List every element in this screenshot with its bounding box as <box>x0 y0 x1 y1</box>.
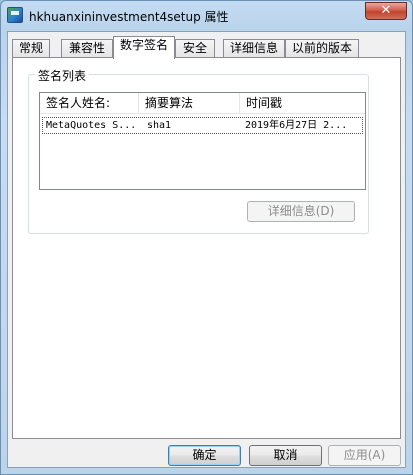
tab-security[interactable]: 安全 <box>175 39 215 58</box>
signer-name-cell: MetaQuotes S... <box>46 120 137 131</box>
tab-compatibility[interactable]: 兼容性 <box>61 39 113 58</box>
column-digest-algorithm[interactable]: 摘要算法 <box>139 93 240 113</box>
close-button[interactable]: ✕ <box>365 2 407 20</box>
signature-list-header: 签名人姓名: 摘要算法 时间戳 <box>40 93 365 114</box>
column-timestamp[interactable]: 时间戳 <box>240 93 365 113</box>
signature-list[interactable]: 签名人姓名: 摘要算法 时间戳 MetaQuotes S... sha1 201… <box>39 92 366 190</box>
timestamp-cell: 2019年6月27日 2... <box>245 120 348 131</box>
close-icon: ✕ <box>380 3 392 18</box>
tab-general[interactable]: 常规 <box>12 39 50 58</box>
digital-signatures-panel: 签名列表 签名人姓名: 摘要算法 时间戳 MetaQuotes S... sha… <box>12 57 401 439</box>
column-signer-name[interactable]: 签名人姓名: <box>40 93 139 113</box>
cancel-button[interactable]: 取消 <box>249 445 322 466</box>
signature-row[interactable]: MetaQuotes S... sha1 2019年6月27日 2... <box>42 117 363 134</box>
tab-digital-signatures[interactable]: 数字签名 <box>113 36 175 59</box>
window-title: hkhuanxininvestment4setup 属性 <box>29 10 229 24</box>
setup-app-icon <box>7 7 23 23</box>
apply-button[interactable]: 应用(A) <box>328 445 401 466</box>
tab-previous-versions[interactable]: 以前的版本 <box>285 39 359 58</box>
dialog-client-area: 常规 兼容性 数字签名 安全 详细信息 以前的版本 签名列表 签名人姓名: 摘要… <box>7 31 406 468</box>
title-bar[interactable]: hkhuanxininvestment4setup 属性 ✕ <box>1 1 412 29</box>
ok-button[interactable]: 确定 <box>168 445 241 466</box>
properties-window: hkhuanxininvestment4setup 属性 ✕ 常规 兼容性 数字… <box>0 0 413 475</box>
digest-algorithm-cell: sha1 <box>147 120 172 131</box>
signature-list-label: 签名列表 <box>35 67 90 84</box>
tab-details[interactable]: 详细信息 <box>223 39 285 58</box>
signature-details-button[interactable]: 详细信息(D) <box>247 201 355 222</box>
